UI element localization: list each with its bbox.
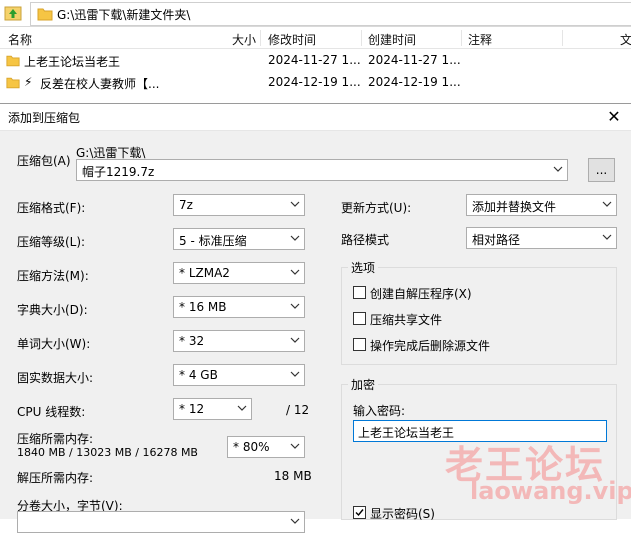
cpu-max: / 12 [286,403,310,417]
file-list-header: 名称 大小 修改时间 创建时间 注释 文 [0,28,631,49]
chevron-down-icon [237,405,247,411]
options-group: 选项 创建自解压程序(X) 压缩共享文件 操作完成后删除源文件 [341,259,617,365]
solid-select[interactable]: * 4 GB [173,364,305,386]
level-select[interactable]: 5 - 标准压缩 [173,228,305,250]
delete-checkbox[interactable] [353,338,366,351]
chevron-down-icon [290,269,300,275]
format-select[interactable]: 7z [173,194,305,216]
dict-value: * 16 MB [179,300,227,314]
sfx-checkbox[interactable] [353,286,366,299]
add-to-archive-dialog: 添加到压缩包 ✕ 压缩包(A) G:\迅雷下载\ 帽子1219.7z ... 压… [0,103,631,533]
method-select[interactable]: * LZMA2 [173,262,305,284]
password-label: 输入密码: [353,404,406,418]
show-password-checkbox[interactable] [353,506,366,519]
format-value: 7z [179,198,193,212]
pathmode-value: 相对路径 [472,233,521,247]
update-label: 更新方式(U): [341,201,412,215]
chevron-down-icon [290,337,300,343]
mem-value: 1840 MB / 13023 MB / 16278 MB [17,446,198,459]
sfx-label[interactable]: 创建自解压程序(X) [370,285,472,302]
col-extra[interactable]: 文 [620,31,631,48]
cpu-label: CPU 线程数: [17,405,86,419]
chevron-down-icon [290,443,300,449]
close-icon[interactable]: ✕ [604,107,624,127]
show-password-label[interactable]: 显示密码(S) [370,505,435,522]
method-label: 压缩方法(M): [17,269,89,283]
chevron-down-icon [602,234,612,240]
address-field[interactable]: G:\迅雷下载\新建文件夹\ [30,2,631,26]
dmem-label: 解压所需内存: [17,471,94,485]
folder-icon [6,54,20,70]
watermark-en: laowang.vip [470,477,631,505]
dialog-titlebar: 添加到压缩包 ✕ [0,104,631,131]
level-label: 压缩等级(L): [17,235,86,249]
dmem-value: 18 MB [274,469,312,483]
chevron-down-icon [290,371,300,377]
row-modified: 2024-12-19 1... [268,75,361,89]
word-select[interactable]: * 32 [173,330,305,352]
col-name[interactable]: 名称 [8,31,32,48]
mem-pct-select[interactable]: * 80% [227,436,305,458]
folder-icon [6,76,20,92]
browse-button[interactable]: ... [588,158,615,182]
dict-label: 字典大小(D): [17,303,88,317]
shared-label[interactable]: 压缩共享文件 [370,311,442,328]
solid-label: 固实数据大小: [17,371,94,385]
options-title: 选项 [348,259,379,276]
format-label: 压缩格式(F): [17,201,86,215]
mem-pct-value: * 80% [233,440,270,454]
chevron-down-icon [553,166,563,172]
col-comment[interactable]: 注释 [468,31,492,48]
cpu-value: * 12 [179,402,205,416]
address-bar: G:\迅雷下载\新建文件夹\ [0,0,631,27]
encryption-title: 加密 [348,376,379,393]
col-modified[interactable]: 修改时间 [268,31,316,48]
chevron-down-icon [290,235,300,241]
folder-icon [37,7,53,24]
dialog-title: 添加到压缩包 [8,111,81,125]
table-row[interactable]: 上老王论坛当老王 2024-11-27 1... 2024-11-27 1... [0,50,631,72]
col-created[interactable]: 创建时间 [368,31,416,48]
word-label: 单词大小(W): [17,337,91,351]
col-size[interactable]: 大小 [232,31,256,48]
update-value: 添加并替换文件 [472,200,557,214]
row-created: 2024-11-27 1... [368,53,461,67]
delete-label[interactable]: 操作完成后删除源文件 [370,337,490,354]
solid-value: * 4 GB [179,368,218,382]
dict-select[interactable]: * 16 MB [173,296,305,318]
lightning-icon: ⚡ [24,75,33,89]
table-row[interactable]: ⚡ 反差在校人妻教师【... 2024-12-19 1... 2024-12-1… [0,72,631,94]
row-name: 反差在校人妻教师【... [40,77,160,91]
password-value: 上老王论坛当老王 [358,426,455,440]
cpu-select[interactable]: * 12 [173,398,252,420]
pathmode-label: 路径模式 [341,233,390,247]
update-select[interactable]: 添加并替换文件 [466,194,617,216]
address-text: G:\迅雷下载\新建文件夹\ [57,8,191,22]
row-modified: 2024-11-27 1... [268,53,361,67]
up-arrow-icon[interactable] [4,4,22,22]
chevron-down-icon [290,303,300,309]
shared-checkbox[interactable] [353,312,366,325]
chevron-down-icon [290,201,300,207]
row-created: 2024-12-19 1... [368,75,461,89]
pathmode-select[interactable]: 相对路径 [466,227,617,249]
check-icon [355,509,364,517]
chevron-down-icon [602,201,612,207]
word-value: * 32 [179,334,205,348]
archive-label: 压缩包(A) [17,154,71,168]
split-select[interactable] [17,511,305,533]
row-name: 上老王论坛当老王 [24,55,121,69]
archive-name: 帽子1219.7z [82,165,155,179]
level-value: 5 - 标准压缩 [179,234,247,248]
archive-name-combo[interactable]: 帽子1219.7z [76,159,568,181]
mem-label: 压缩所需内存: [17,432,94,446]
method-value: * LZMA2 [179,266,230,280]
